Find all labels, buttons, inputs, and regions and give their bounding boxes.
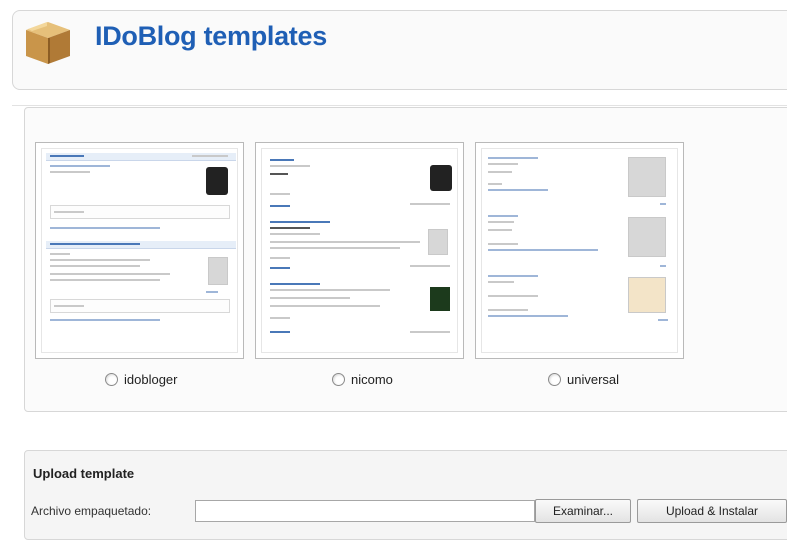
template-preview-idobloger (41, 148, 238, 353)
template-preview-nicomo (261, 148, 458, 353)
template-preview-universal (481, 148, 678, 353)
template-option-universal[interactable]: universal (548, 372, 619, 387)
template-thumbnail-nicomo[interactable] (255, 142, 464, 359)
upload-panel (24, 450, 787, 540)
template-thumbnail-universal[interactable] (475, 142, 684, 359)
upload-section-title: Upload template (33, 466, 135, 481)
file-path-input[interactable] (195, 500, 535, 522)
package-box-icon (26, 22, 70, 64)
browse-button[interactable]: Examinar... (535, 499, 631, 523)
template-option-idobloger[interactable]: idobloger (105, 372, 178, 387)
radio-button[interactable] (332, 373, 345, 386)
page-title: IDoBlog templates (95, 21, 327, 51)
file-field-label: Archivo empaquetado: (31, 504, 152, 518)
upload-install-button[interactable]: Upload & Instalar (637, 499, 787, 523)
divider (12, 105, 787, 106)
template-thumbnail-idobloger[interactable] (35, 142, 244, 359)
radio-button[interactable] (548, 373, 561, 386)
template-option-nicomo[interactable]: nicomo (332, 372, 393, 387)
template-label: nicomo (351, 372, 393, 387)
template-label: universal (567, 372, 620, 387)
radio-button[interactable] (105, 373, 118, 386)
template-label: idobloger (124, 372, 178, 387)
